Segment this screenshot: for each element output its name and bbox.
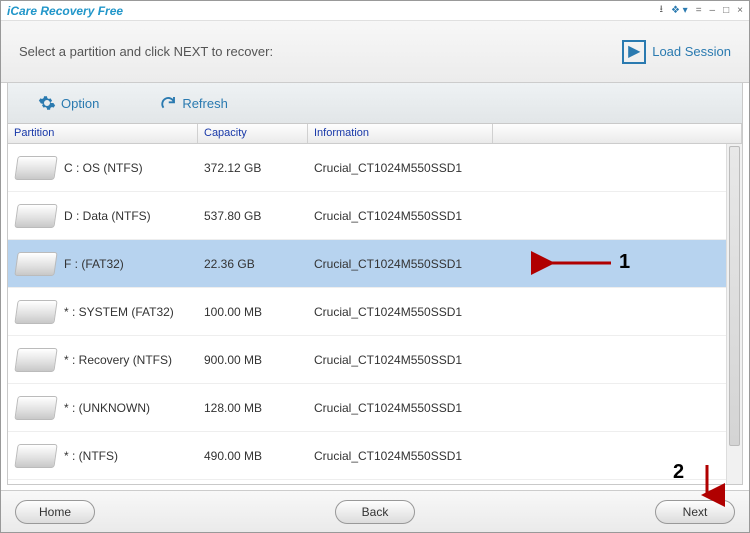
- partition-name: * : (UNKNOWN): [64, 401, 150, 415]
- capacity-cell: 537.80 GB: [198, 209, 308, 223]
- partition-name: * : Recovery (NTFS): [64, 353, 172, 367]
- back-button[interactable]: Back: [335, 500, 415, 524]
- next-label: Next: [683, 505, 708, 519]
- drive-icon: [14, 348, 57, 372]
- header: Select a partition and click NEXT to rec…: [1, 21, 749, 83]
- table-row[interactable]: F : (FAT32) 22.36 GBCrucial_CT1024M550SSD…: [8, 240, 726, 288]
- col-partition[interactable]: Partition: [8, 124, 198, 143]
- footer: Home Back Next: [1, 490, 749, 532]
- info-cell: Crucial_CT1024M550SSD1: [308, 257, 493, 271]
- info-cell: Crucial_CT1024M550SSD1: [308, 305, 493, 319]
- home-button[interactable]: Home: [15, 500, 95, 524]
- partition-name: D : Data (NTFS): [64, 209, 151, 223]
- minimize-icon[interactable]: –: [710, 5, 716, 16]
- load-session-button[interactable]: ▶ Load Session: [622, 40, 731, 64]
- drive-icon: [14, 396, 57, 420]
- option-button[interactable]: Option: [38, 94, 99, 112]
- table-row[interactable]: D : Data (NTFS) 537.80 GBCrucial_CT1024M5…: [8, 192, 726, 240]
- partition-name: * : SYSTEM (FAT32): [64, 305, 174, 319]
- partition-name: F : (FAT32): [64, 257, 124, 271]
- divider-icon: =: [696, 5, 702, 16]
- capacity-cell: 372.12 GB: [198, 161, 308, 175]
- drive-icon: [14, 252, 57, 276]
- table-row[interactable]: * : (NTFS) 490.00 MBCrucial_CT1024M550SSD…: [8, 432, 726, 480]
- refresh-button[interactable]: Refresh: [159, 94, 228, 112]
- table-row[interactable]: C : OS (NTFS) 372.12 GBCrucial_CT1024M550…: [8, 144, 726, 192]
- col-information[interactable]: Information: [308, 124, 493, 143]
- back-label: Back: [362, 505, 389, 519]
- capacity-cell: 100.00 MB: [198, 305, 308, 319]
- maximize-icon[interactable]: □: [723, 5, 729, 16]
- next-button[interactable]: Next: [655, 500, 735, 524]
- table-row[interactable]: * : (UNKNOWN) 128.00 MBCrucial_CT1024M550…: [8, 384, 726, 432]
- refresh-icon: [159, 94, 177, 112]
- toolbar: Option Refresh: [7, 83, 743, 123]
- drive-icon: [14, 444, 57, 468]
- refresh-label: Refresh: [182, 96, 228, 111]
- partition-table: Partition Capacity Information C : OS (N…: [7, 123, 743, 485]
- drive-icon: [14, 156, 57, 180]
- option-label: Option: [61, 96, 99, 111]
- info-cell: Crucial_CT1024M550SSD1: [308, 449, 493, 463]
- table-header: Partition Capacity Information: [8, 124, 742, 144]
- app-title: iCare Recovery Free: [7, 4, 659, 18]
- table-row[interactable]: * : Recovery (NTFS) 900.00 MBCrucial_CT10…: [8, 336, 726, 384]
- col-capacity[interactable]: Capacity: [198, 124, 308, 143]
- home-label: Home: [39, 505, 71, 519]
- partition-name: * : (NTFS): [64, 449, 118, 463]
- table-body: C : OS (NTFS)372.12 GBCrucial_CT1024M550…: [8, 144, 726, 484]
- capacity-cell: 22.36 GB: [198, 257, 308, 271]
- scrollbar-thumb[interactable]: [729, 146, 740, 446]
- download-icon[interactable]: ⭳: [659, 2, 663, 19]
- title-bar: iCare Recovery Free ⭳ ❖ ▾ = – □ ×: [1, 1, 749, 21]
- capacity-cell: 900.00 MB: [198, 353, 308, 367]
- load-session-icon: ▶: [622, 40, 646, 64]
- drive-icon: [14, 300, 57, 324]
- scrollbar[interactable]: [726, 144, 742, 484]
- info-cell: Crucial_CT1024M550SSD1: [308, 353, 493, 367]
- table-row[interactable]: * : SYSTEM (FAT32) 100.00 MBCrucial_CT102…: [8, 288, 726, 336]
- gear-icon: [38, 94, 56, 112]
- col-empty: [493, 124, 742, 143]
- info-cell: Crucial_CT1024M550SSD1: [308, 401, 493, 415]
- close-icon[interactable]: ×: [737, 5, 743, 16]
- window-controls: ⭳ ❖ ▾ = – □ ×: [659, 2, 743, 19]
- instruction-text: Select a partition and click NEXT to rec…: [19, 44, 622, 59]
- capacity-cell: 128.00 MB: [198, 401, 308, 415]
- globe-icon[interactable]: ❖ ▾: [671, 5, 688, 16]
- drive-icon: [14, 204, 57, 228]
- info-cell: Crucial_CT1024M550SSD1: [308, 209, 493, 223]
- capacity-cell: 490.00 MB: [198, 449, 308, 463]
- partition-name: C : OS (NTFS): [64, 161, 143, 175]
- load-session-label: Load Session: [652, 44, 731, 59]
- info-cell: Crucial_CT1024M550SSD1: [308, 161, 493, 175]
